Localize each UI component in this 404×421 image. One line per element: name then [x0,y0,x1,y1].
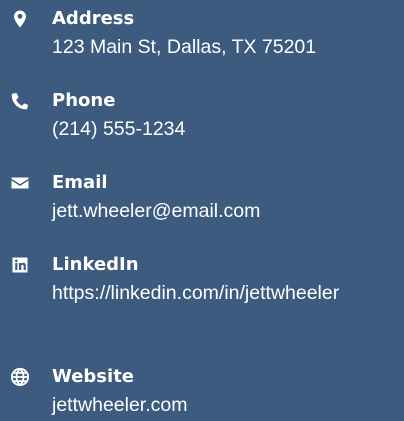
website-value[interactable]: jettwheeler.com [52,390,400,420]
phone-value[interactable]: (214) 555-1234 [52,114,400,144]
linkedin-icon [10,255,30,275]
email-value[interactable]: jett.wheeler@email.com [52,196,400,226]
linkedin-label: LinkedIn [52,254,139,275]
email-label: Email [52,172,108,193]
website-label: Website [52,366,135,387]
globe-icon [10,367,30,387]
linkedin-value[interactable]: https://linkedin.com/in/jettwheeler [52,278,400,308]
address-value: 123 Main St, Dallas, TX 75201 [52,36,317,58]
phone-label: Phone [52,90,116,111]
map-marker-icon [10,9,30,29]
address-label: Address [52,8,135,29]
phone-icon [10,91,30,111]
envelope-icon [10,173,30,193]
